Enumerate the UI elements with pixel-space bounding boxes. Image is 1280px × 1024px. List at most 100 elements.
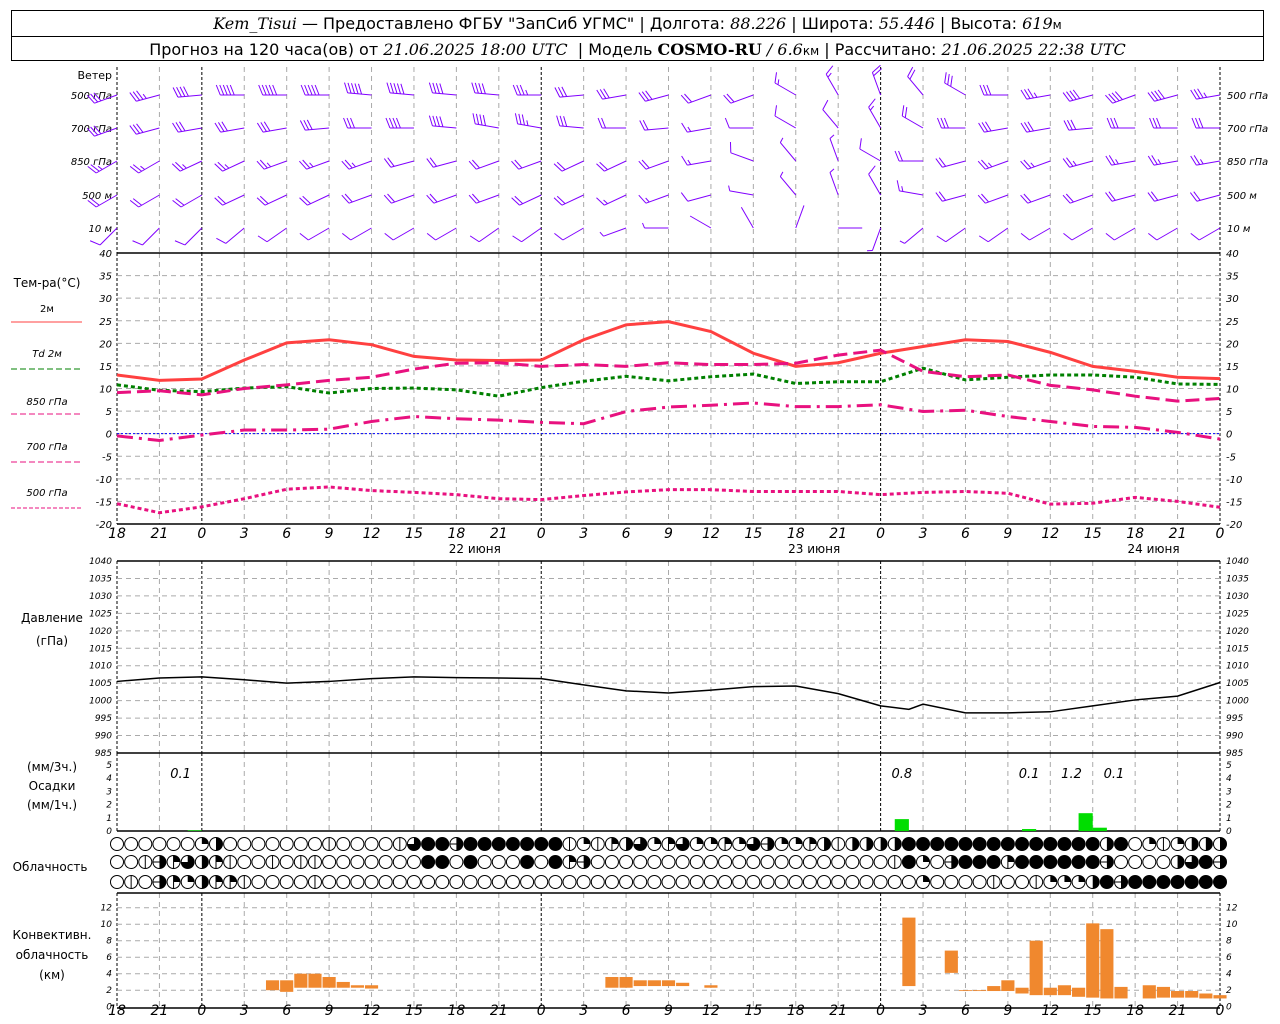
barb-full xyxy=(259,195,269,205)
cloud-symbol xyxy=(1029,875,1044,889)
precip-3h-total: 1.2 xyxy=(1061,767,1082,782)
cloud-fill xyxy=(548,837,562,851)
barb-staff xyxy=(942,194,966,202)
wind-barb xyxy=(723,93,754,104)
wind-barb xyxy=(512,84,542,96)
time-tick-label: 18 xyxy=(787,1003,805,1019)
cloud-symbol xyxy=(477,875,492,889)
cloud-fill xyxy=(1171,875,1185,889)
cloud-symbol xyxy=(1128,855,1143,869)
convective-bar xyxy=(1001,980,1015,992)
cloud-circle xyxy=(421,875,436,889)
cloud-symbol xyxy=(916,855,931,869)
barb-full xyxy=(214,163,223,172)
cloud-symbol xyxy=(406,875,421,889)
barb-full xyxy=(299,197,308,206)
wind-barb xyxy=(829,168,839,196)
cloud-circle xyxy=(703,855,718,869)
temp-tick-label-right: 35 xyxy=(1226,272,1239,283)
barb-full xyxy=(947,74,950,85)
pressure-tick-label-right: 1025 xyxy=(1226,609,1249,619)
barb-staff xyxy=(604,194,627,206)
barb-half xyxy=(182,164,187,169)
barb-staff xyxy=(687,160,712,166)
wind-barb xyxy=(341,227,372,241)
barb-full xyxy=(521,114,525,126)
wind-barb xyxy=(428,82,457,96)
cloud-circle xyxy=(859,855,874,869)
barb-staff xyxy=(306,160,330,170)
pressure-tick-label: 1000 xyxy=(89,697,112,707)
cloud-symbol xyxy=(265,837,280,851)
barb-staff xyxy=(476,160,499,170)
barb-half xyxy=(140,165,146,170)
convective-bar xyxy=(336,981,350,988)
barb-staff xyxy=(391,194,415,204)
time-tick-label: 21 xyxy=(151,1003,169,1019)
cloud-fill xyxy=(201,855,209,869)
barb-half xyxy=(266,162,272,168)
cloud-fill xyxy=(464,837,478,851)
cloud-circle xyxy=(449,855,464,869)
cloud-circle xyxy=(265,875,280,889)
time-tick-label: 3 xyxy=(579,1003,588,1019)
cloud-circle xyxy=(661,855,676,869)
convective-bar xyxy=(944,950,958,973)
cloud-circle xyxy=(322,855,337,869)
pressure-tick-label: 1005 xyxy=(89,679,112,689)
barb-full xyxy=(229,84,235,96)
cloud-fill xyxy=(626,837,633,851)
barb-staff xyxy=(645,94,669,102)
cloud-symbol xyxy=(958,875,973,889)
cloud-circle xyxy=(364,855,379,869)
cloud-symbol xyxy=(774,837,789,851)
wind-barb xyxy=(1148,227,1178,241)
cloud-symbol xyxy=(1114,837,1129,851)
cloud-symbol xyxy=(378,855,393,869)
cloud-fill xyxy=(1205,837,1213,851)
cloud-symbol xyxy=(265,875,280,889)
cloud-symbol xyxy=(307,875,322,889)
time-tick-label: 21 xyxy=(829,526,847,542)
barb-staff xyxy=(774,82,797,96)
barb-full xyxy=(357,83,363,95)
barb-full xyxy=(950,75,953,87)
cloud-fill xyxy=(1177,837,1185,844)
barb-staff xyxy=(1111,160,1136,166)
cloud-symbol xyxy=(760,837,775,851)
barb-full xyxy=(1191,117,1197,129)
barb-full xyxy=(518,113,522,125)
barb-full xyxy=(556,195,566,205)
cloud-symbol xyxy=(237,875,252,889)
pressure-tick-label: 1020 xyxy=(89,627,112,637)
barb-staff xyxy=(348,194,372,204)
conv-tick-label: 2 xyxy=(106,986,112,996)
precip-tick-label: 4 xyxy=(106,774,112,784)
cloud-fill xyxy=(1072,837,1086,851)
wind-barb xyxy=(553,194,584,206)
wind-barb xyxy=(174,227,203,246)
barb-full xyxy=(1149,117,1155,129)
cloud-symbol xyxy=(237,855,252,869)
wind-barb xyxy=(936,117,966,129)
cloud-symbol xyxy=(1198,875,1213,889)
cloud-symbol xyxy=(1071,875,1086,889)
cloud-fill xyxy=(548,855,562,869)
cloud-fill xyxy=(215,855,223,862)
cloud-fill xyxy=(1015,837,1029,851)
cloud-symbol xyxy=(703,855,718,869)
cloud-circle xyxy=(831,875,846,889)
pressure-tick-label-right: 1030 xyxy=(1226,592,1249,602)
barb-full xyxy=(512,235,522,243)
temp-tick-label: 0 xyxy=(106,430,112,441)
cloud-symbol xyxy=(392,875,407,889)
cloud-symbol xyxy=(887,837,902,851)
cloud-symbol xyxy=(788,855,803,869)
barb-full xyxy=(859,138,862,150)
cloud-circle xyxy=(110,837,124,851)
barb-staff xyxy=(266,227,287,243)
cloud-circle xyxy=(378,855,393,869)
precip-3h-total: 0.1 xyxy=(1019,767,1040,782)
cloud-symbol xyxy=(1142,855,1157,869)
barb-half xyxy=(829,168,835,173)
